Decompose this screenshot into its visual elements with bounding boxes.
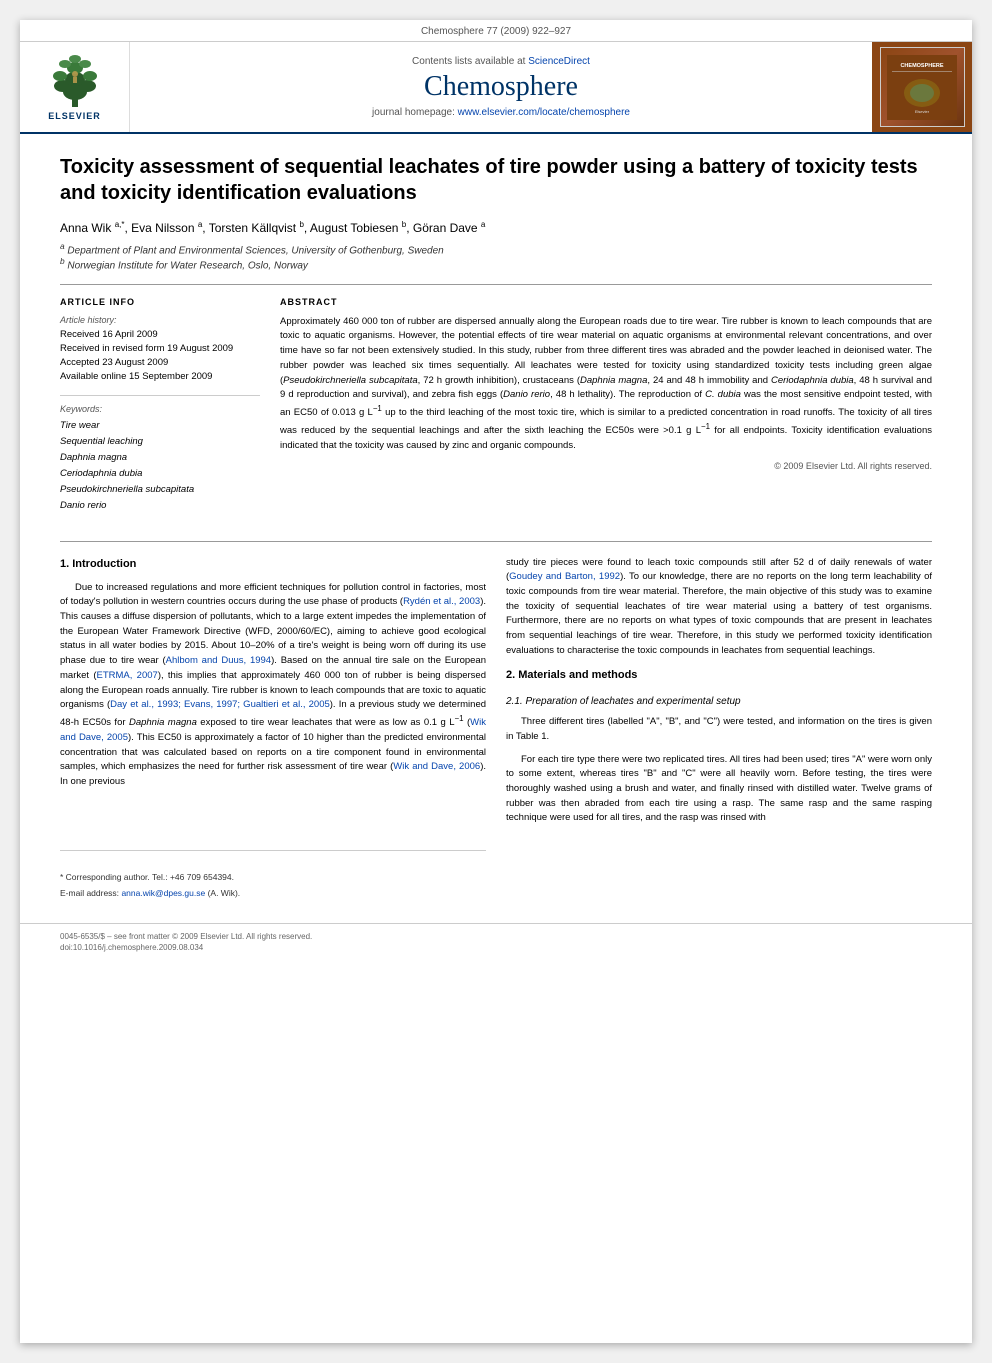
chemosphere-badge-area: CHEMOSPHERE Elsevier (872, 42, 972, 132)
ref-ryden[interactable]: Rydén et al., 2003 (403, 596, 480, 607)
elsevier-brand: ELSEVIER (48, 111, 101, 121)
affiliation-a: a Department of Plant and Environmental … (60, 241, 932, 256)
journal-header-center: Contents lists available at ScienceDirec… (130, 42, 872, 132)
affiliations: a Department of Plant and Environmental … (60, 241, 932, 272)
journal-name: Chemosphere (424, 71, 578, 103)
homepage-url[interactable]: www.elsevier.com/locate/chemosphere (458, 107, 630, 118)
copyright-line: © 2009 Elsevier Ltd. All rights reserved… (280, 461, 932, 471)
corresponding-footnote: * Corresponding author. Tel.: +46 709 65… (60, 871, 486, 884)
journal-header: ELSEVIER Contents lists available at Sci… (20, 42, 972, 134)
sciencedirect-line: Contents lists available at ScienceDirec… (412, 56, 590, 67)
ref-goudey[interactable]: Goudey and Barton, 1992 (509, 571, 620, 582)
ref-day[interactable]: Day et al., 1993; Evans, 1997; Gualtieri… (110, 699, 330, 710)
accepted-date: Accepted 23 August 2009 (60, 356, 260, 370)
doi-line: doi:10.1016/j.chemosphere.2009.08.034 (60, 943, 932, 952)
body-col-left: 1. Introduction Due to increased regulat… (60, 556, 486, 904)
abstract-text: Approximately 460 000 ton of rubber are … (280, 315, 932, 454)
svg-text:Elsevier: Elsevier (915, 109, 930, 114)
keyword-tire-wear: Tire wear (60, 418, 260, 434)
elsevier-logo: ELSEVIER (45, 54, 105, 121)
main-content: Toxicity assessment of sequential leacha… (20, 134, 972, 923)
article-info-label: ARTICLE INFO (60, 297, 260, 307)
svg-text:CHEMOSPHERE: CHEMOSPHERE (900, 63, 943, 69)
keyword-sequential: Sequential leaching (60, 434, 260, 450)
page: Chemosphere 77 (2009) 922–927 (20, 20, 972, 1343)
received-date: Received 16 April 2009 (60, 328, 260, 342)
materials-para-2: For each tire type there were two replic… (506, 753, 932, 827)
history-label: Article history: (60, 315, 260, 325)
chemosphere-cover-icon: CHEMOSPHERE Elsevier (887, 55, 957, 120)
email-footnote: E-mail address: anna.wik@dpes.gu.se (A. … (60, 887, 486, 900)
ref-etrma[interactable]: ETRMA, 2007 (97, 670, 158, 681)
citation-line: Chemosphere 77 (2009) 922–927 (20, 20, 972, 42)
keywords-group: Keywords: Tire wear Sequential leaching … (60, 404, 260, 515)
affiliation-b: b Norwegian Institute for Water Research… (60, 256, 932, 271)
available-date: Available online 15 September 2009 (60, 370, 260, 384)
article-info-column: ARTICLE INFO Article history: Received 1… (60, 297, 260, 525)
intro-para-1: Due to increased regulations and more ef… (60, 581, 486, 790)
article-history-group: Article history: Received 16 April 2009 … (60, 315, 260, 385)
keyword-danio: Danio rerio (60, 498, 260, 514)
citation-text: Chemosphere 77 (2009) 922–927 (421, 26, 571, 37)
keyword-daphnia: Daphnia magna (60, 450, 260, 466)
article-title: Toxicity assessment of sequential leacha… (60, 154, 932, 206)
keyword-pseudokirch: Pseudokirchneriella subcapitata (60, 482, 260, 498)
authors-line: Anna Wik a,*, Eva Nilsson a, Torsten Käl… (60, 220, 932, 235)
materials-subsection-heading: 2.1. Preparation of leachates and experi… (506, 694, 932, 710)
journal-homepage: journal homepage: www.elsevier.com/locat… (372, 107, 630, 118)
page-footer: 0045-6535/$ – see front matter © 2009 El… (20, 923, 972, 962)
intro-para-2: study tire pieces were found to leach to… (506, 556, 932, 659)
ref-wik2005[interactable]: Wik and Dave, 2005 (60, 717, 486, 743)
elsevier-tree-icon (45, 54, 105, 109)
chemosphere-badge: CHEMOSPHERE Elsevier (880, 47, 965, 127)
table-ref: Table 1 (516, 731, 547, 742)
sciencedirect-link[interactable]: ScienceDirect (528, 56, 590, 67)
revised-date: Received in revised form 19 August 2009 (60, 342, 260, 356)
ref-wik2006[interactable]: Wik and Dave, 2006 (393, 761, 480, 772)
ref-ahlbom[interactable]: Ahlbom and Duus, 1994 (166, 655, 271, 666)
homepage-label: journal homepage: (372, 107, 455, 118)
issn-line: 0045-6535/$ – see front matter © 2009 El… (60, 932, 932, 941)
keywords-label: Keywords: (60, 404, 260, 414)
email-suffix: (A. Wik). (208, 888, 241, 898)
abstract-column: ABSTRACT Approximately 460 000 ton of ru… (280, 297, 932, 525)
email-label: E-mail address: (60, 888, 119, 898)
info-divider (60, 395, 260, 396)
abstract-label: ABSTRACT (280, 297, 932, 307)
body-content: 1. Introduction Due to increased regulat… (60, 541, 932, 904)
email-link[interactable]: anna.wik@dpes.gu.se (121, 888, 205, 898)
footnotes-area: * Corresponding author. Tel.: +46 709 65… (60, 850, 486, 900)
keyword-ceriodaphnia: Ceriodaphnia dubia (60, 466, 260, 482)
materials-heading: 2. Materials and methods (506, 667, 932, 684)
article-info-abstract: ARTICLE INFO Article history: Received 1… (60, 284, 932, 525)
elsevier-logo-area: ELSEVIER (20, 42, 130, 132)
materials-para-1: Three different tires (labelled "A", "B"… (506, 715, 932, 744)
sciencedirect-text: Contents lists available at (412, 56, 525, 67)
introduction-heading: 1. Introduction (60, 556, 486, 573)
body-col-right: study tire pieces were found to leach to… (506, 556, 932, 904)
